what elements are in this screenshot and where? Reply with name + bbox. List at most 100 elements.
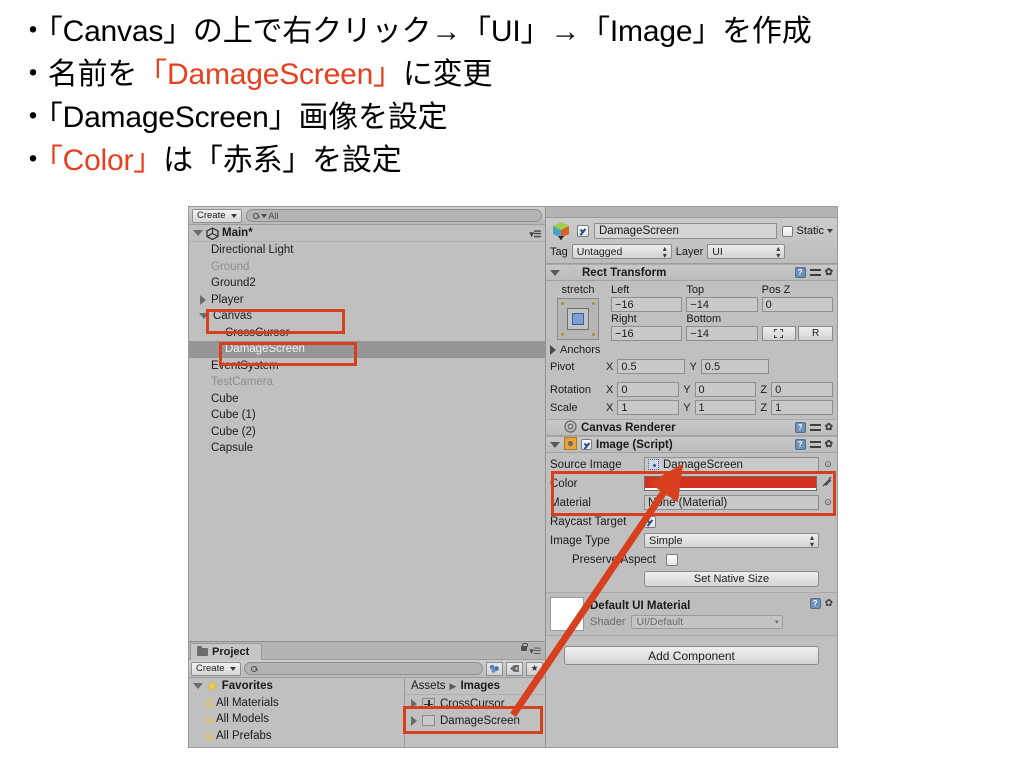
asset-expand-triangle-icon[interactable] <box>411 698 417 709</box>
source-image-picker-icon[interactable]: ⊙ <box>823 459 833 470</box>
help-icon[interactable]: ? <box>794 267 806 278</box>
gameobject-name-input[interactable]: DamageScreen <box>594 223 778 239</box>
anchors-expand-triangle-icon[interactable] <box>550 345 556 355</box>
filter-by-type-icon[interactable] <box>486 661 503 676</box>
favorites-root[interactable]: ★ Favorites <box>189 678 404 695</box>
source-image-objectfield[interactable]: DamageScreen <box>644 457 819 472</box>
image-type-dropdown[interactable]: Simple ▴ ▾ <box>644 533 819 548</box>
eyedropper-icon[interactable] <box>821 476 833 491</box>
static-toggle[interactable]: Static <box>782 225 833 237</box>
top-input[interactable]: −14 <box>686 297 758 312</box>
favorite-item-all-models[interactable]: All Models <box>189 711 404 728</box>
asset-row-damagescreen[interactable]: DamageScreen <box>405 712 545 729</box>
left-input[interactable]: −16 <box>611 297 683 312</box>
add-component-button[interactable]: Add Component <box>564 646 819 665</box>
color-swatch[interactable] <box>644 476 817 491</box>
gear-icon[interactable]: ✿ <box>825 598 833 609</box>
hierarchy-item-capsule[interactable]: Capsule <box>189 440 545 457</box>
anchors-foldout[interactable]: Anchors <box>550 344 833 356</box>
hierarchy-menu-icon[interactable]: ▾☰ <box>529 229 541 240</box>
anchor-preset-box[interactable] <box>557 298 599 340</box>
favorites-expand-triangle-icon[interactable] <box>193 683 203 690</box>
collapse-triangle-icon[interactable] <box>199 313 209 320</box>
hierarchy-item-player[interactable]: Player <box>189 292 545 309</box>
right-input[interactable]: −16 <box>611 326 683 341</box>
hierarchy-item-crosscursor[interactable]: CrossCursor <box>189 325 545 342</box>
gear-icon[interactable]: ✿ <box>825 267 833 278</box>
tab-project[interactable]: Project <box>190 643 263 660</box>
preserve-aspect-checkbox[interactable] <box>666 553 678 566</box>
project-create-button[interactable]: Create <box>191 661 241 676</box>
hierarchy-item-damagescreen[interactable]: DamageScreen <box>189 341 545 358</box>
hierarchy-item-cube-2[interactable]: Cube (2) <box>189 424 545 441</box>
pivot-y-input[interactable]: 0.5 <box>700 359 769 374</box>
hierarchy-item-cube[interactable]: Cube <box>189 391 545 408</box>
favorite-item-all-prefabs[interactable]: All Prefabs <box>189 728 404 745</box>
bullet-2-seg-2: 「DamageScreen」 <box>137 58 403 91</box>
shader-dropdown[interactable]: UI/Default ▾ <box>631 614 784 629</box>
gear-icon[interactable]: ✿ <box>825 422 833 433</box>
component-header-canvas-renderer[interactable]: Canvas Renderer ? ✿ <box>546 419 837 436</box>
hierarchy-search-input[interactable]: All <box>245 209 542 222</box>
favorite-item-all-materials[interactable]: All Materials <box>189 695 404 712</box>
anchor-preset-label: stretch <box>561 284 595 296</box>
set-native-size-button[interactable]: Set Native Size <box>644 570 819 587</box>
hierarchy-item-canvas[interactable]: Canvas <box>189 308 545 325</box>
asset-expand-triangle-icon[interactable] <box>411 715 417 726</box>
breadcrumb-images[interactable]: Images <box>460 680 500 692</box>
hierarchy-item-testcamera[interactable]: TestCamera <box>189 374 545 391</box>
anchor-preset-widget[interactable]: stretch <box>550 284 606 340</box>
material-picker-icon[interactable]: ⊙ <box>823 497 833 508</box>
component-header-rect-transform[interactable]: Rect Transform ? ✿ <box>546 264 837 281</box>
help-icon[interactable]: ? <box>809 598 821 609</box>
blueprint-mode-button[interactable] <box>761 326 797 341</box>
material-header[interactable]: Default UI Material Shader UI/Default ▾ … <box>546 592 837 635</box>
static-checkbox[interactable] <box>782 225 794 237</box>
scale-x-input[interactable]: 1 <box>617 400 680 415</box>
layer-dropdown[interactable]: UI ▴ ▾ <box>707 244 786 259</box>
collapse-triangle-icon[interactable] <box>550 441 560 448</box>
preset-icon[interactable] <box>809 422 821 433</box>
scene-row[interactable]: Main* ▾☰ <box>189 225 545 242</box>
hierarchy-item-label: Cube (1) <box>211 409 256 422</box>
preset-icon[interactable] <box>809 439 821 450</box>
raycast-target-checkbox[interactable] <box>644 515 656 528</box>
expand-triangle-icon[interactable] <box>200 294 206 305</box>
scale-y-input[interactable]: 1 <box>694 400 757 415</box>
preset-icon[interactable] <box>809 267 821 278</box>
hierarchy-item-ground[interactable]: Ground <box>189 259 545 276</box>
image-enabled-checkbox[interactable] <box>581 439 592 450</box>
scene-expand-triangle-icon[interactable] <box>193 230 203 236</box>
filter-by-label-icon[interactable] <box>506 661 523 676</box>
raw-edit-button[interactable]: R <box>798 326 833 341</box>
scale-z-input[interactable]: 1 <box>771 400 833 415</box>
gameobject-enabled-checkbox[interactable] <box>577 225 589 237</box>
help-icon[interactable]: ? <box>794 422 806 433</box>
shader-label: Shader <box>590 615 626 628</box>
project-search-input[interactable] <box>243 662 483 675</box>
rotation-x-input[interactable]: 0 <box>617 382 680 397</box>
hierarchy-item-ground2[interactable]: Ground2 <box>189 275 545 292</box>
hierarchy-item-eventsystem[interactable]: EventSystem <box>189 358 545 375</box>
asset-row-crosscursor[interactable]: CrossCursor <box>405 695 545 712</box>
gear-icon[interactable]: ✿ <box>825 439 833 450</box>
material-objectfield[interactable]: None (Material) <box>644 495 819 510</box>
project-menu-icon[interactable]: ▾☰ <box>529 646 541 657</box>
bottom-input[interactable]: −14 <box>686 326 758 341</box>
tag-dropdown[interactable]: Untagged ▴ ▾ <box>571 244 672 259</box>
pivot-x-input[interactable]: 0.5 <box>617 359 686 374</box>
favorite-star-icon[interactable]: ★ <box>526 661 543 676</box>
anchor-dot-bl <box>561 333 564 336</box>
hierarchy-item-directional-light[interactable]: Directional Light <box>189 242 545 259</box>
help-icon[interactable]: ? <box>794 439 806 450</box>
chevron-down-icon[interactable] <box>827 229 833 233</box>
hierarchy-create-button[interactable]: Create <box>192 208 242 223</box>
posz-input[interactable]: 0 <box>761 297 833 312</box>
component-header-image-script[interactable]: Image (Script) ? ✿ <box>546 436 837 453</box>
rotation-z-input[interactable]: 0 <box>771 382 833 397</box>
lock-icon[interactable] <box>521 643 528 651</box>
breadcrumb-assets[interactable]: Assets <box>411 680 446 692</box>
rotation-y-input[interactable]: 0 <box>694 382 757 397</box>
collapse-triangle-icon[interactable] <box>550 269 560 276</box>
hierarchy-item-cube-1[interactable]: Cube (1) <box>189 407 545 424</box>
